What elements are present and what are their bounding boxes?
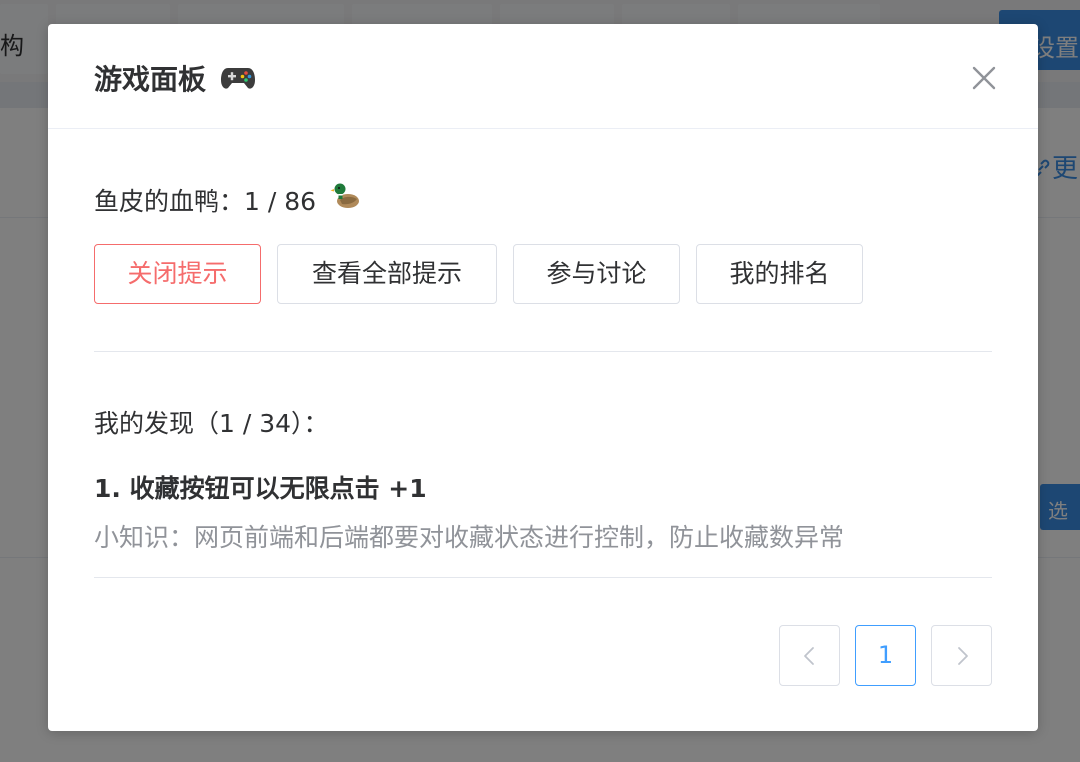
chevron-left-icon [803, 647, 814, 665]
close-icon[interactable] [968, 62, 1000, 94]
divider [94, 577, 992, 578]
view-all-hints-button[interactable]: 查看全部提示 [277, 244, 497, 304]
duck-score-text: 鱼皮的血鸭：1 / 86 [94, 187, 317, 216]
join-discussion-button[interactable]: 参与讨论 [513, 244, 680, 304]
close-hint-button[interactable]: 关闭提示 [94, 244, 261, 304]
discoveries-title: 我的发现（1 / 34）： [94, 409, 329, 438]
discovery-item-title: 1. 收藏按钮可以无限点击 +1 [94, 474, 427, 503]
discovery-item-tip: 小知识：网页前端和后端都要对收藏状态进行控制，防止收藏数异常 [94, 523, 845, 552]
dialog-header: 游戏面板 [48, 24, 1038, 129]
chevron-right-icon [957, 647, 968, 665]
gamepad-icon [221, 68, 255, 89]
duck-icon [330, 183, 359, 208]
next-page-button[interactable] [931, 625, 992, 686]
divider [94, 351, 992, 352]
page-number-button[interactable]: 1 [855, 625, 916, 686]
my-ranking-button[interactable]: 我的排名 [696, 244, 863, 304]
prev-page-button[interactable] [779, 625, 840, 686]
game-panel-dialog: 游戏面板 鱼皮的血鸭：1 / 86 关闭提示 查看全部提示 参与讨论 我的排名 … [48, 24, 1038, 731]
dialog-title: 游戏面板 [94, 63, 207, 96]
